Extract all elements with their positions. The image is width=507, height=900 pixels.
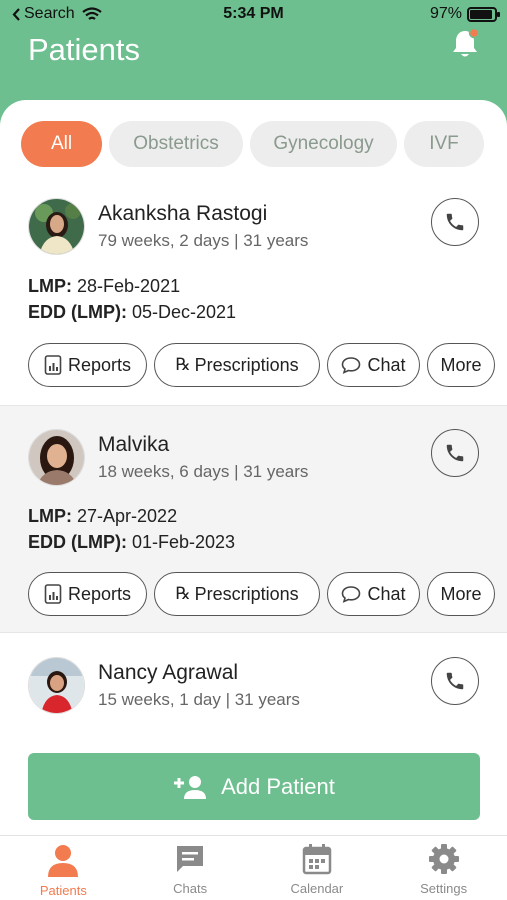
bell-icon <box>453 27 480 57</box>
phone-icon <box>446 213 464 231</box>
call-button[interactable] <box>431 429 479 477</box>
patients-list-panel: All Obstetrics Gynecology IVF Akanksha R… <box>0 100 507 835</box>
tab-calendar[interactable]: Calendar <box>254 836 381 900</box>
patient-actions: Reports ℞ Prescriptions Chat More <box>28 343 495 387</box>
gear-icon <box>428 844 459 874</box>
avatar <box>28 198 85 255</box>
tab-chats[interactable]: Chats <box>127 836 254 900</box>
patient-details: 15 weeks, 1 day | 31 years <box>98 690 300 709</box>
notifications-button[interactable] <box>450 27 480 60</box>
battery-icon <box>467 6 500 22</box>
tab-settings[interactable]: Settings <box>380 836 507 900</box>
avatar <box>28 657 85 714</box>
filter-chip-gynecology[interactable]: Gynecology <box>250 121 397 167</box>
reports-button[interactable]: Reports <box>28 343 147 387</box>
patient-card[interactable]: Akanksha Rastogi 79 weeks, 2 days | 31 y… <box>0 175 507 403</box>
person-icon <box>48 845 79 877</box>
filter-chips: All Obstetrics Gynecology IVF <box>21 121 484 167</box>
add-person-icon <box>174 775 207 799</box>
patient-name: Nancy Agrawal <box>98 661 239 684</box>
patient-name: Akanksha Rastogi <box>98 202 268 225</box>
rx-icon: ℞ <box>175 584 190 603</box>
calendar-icon <box>302 844 332 875</box>
reports-button[interactable]: Reports <box>28 572 147 616</box>
rx-icon: ℞ <box>175 355 190 374</box>
prescriptions-button[interactable]: ℞ Prescriptions <box>154 343 320 387</box>
more-button[interactable]: More <box>427 343 495 387</box>
patient-details: 79 weeks, 2 days | 31 years <box>98 231 309 250</box>
filter-chip-obstetrics[interactable]: Obstetrics <box>109 121 243 167</box>
edd-line: EDD (LMP): 05-Dec-2021 <box>28 302 237 322</box>
bottom-tab-bar: Patients Chats Calendar Settings <box>0 835 507 900</box>
patient-card[interactable]: Malvika 18 weeks, 6 days | 31 years LMP:… <box>0 405 507 633</box>
call-button[interactable] <box>431 198 479 246</box>
report-icon <box>44 355 62 375</box>
report-icon <box>44 584 62 604</box>
patient-actions: Reports ℞ Prescriptions Chat More <box>28 572 495 616</box>
lmp-line: LMP: 27-Apr-2022 <box>28 506 178 526</box>
call-button[interactable] <box>431 657 479 705</box>
avatar <box>28 429 85 486</box>
edd-line: EDD (LMP): 01-Feb-2023 <box>28 532 236 552</box>
chat-button[interactable]: Chat <box>327 343 420 387</box>
add-patient-button[interactable]: Add Patient <box>28 753 480 820</box>
filter-chip-ivf[interactable]: IVF <box>404 121 484 167</box>
filter-chip-all[interactable]: All <box>21 121 102 167</box>
patient-name: Malvika <box>98 433 170 456</box>
more-button[interactable]: More <box>427 572 495 616</box>
page-title: Patients <box>28 32 141 67</box>
chat-bubble-icon <box>342 586 361 603</box>
prescriptions-button[interactable]: ℞ Prescriptions <box>154 572 320 616</box>
add-patient-label: Add Patient <box>221 773 335 799</box>
chat-button[interactable]: Chat <box>327 572 420 616</box>
chat-icon <box>177 846 204 872</box>
phone-icon <box>446 672 464 690</box>
patient-details: 18 weeks, 6 days | 31 years <box>98 462 309 481</box>
status-bar: Search 5:34 PM 97% <box>0 0 507 30</box>
phone-icon <box>446 444 464 462</box>
battery-percent: 97% <box>429 5 462 22</box>
tab-patients[interactable]: Patients <box>0 836 127 900</box>
lmp-line: LMP: 28-Feb-2021 <box>28 276 181 296</box>
chat-bubble-icon <box>342 357 361 374</box>
